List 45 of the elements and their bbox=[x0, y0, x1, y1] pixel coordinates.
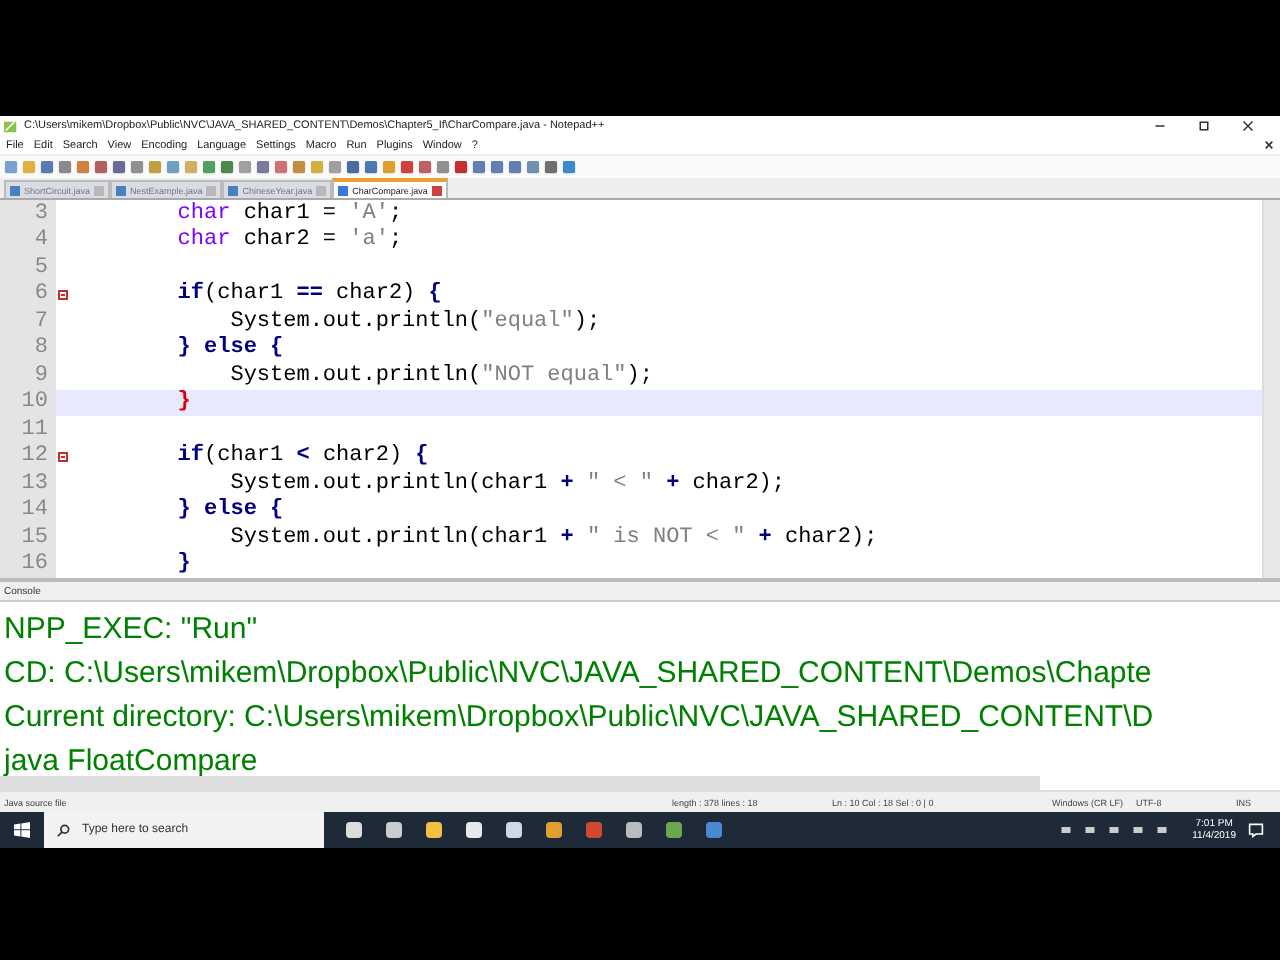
console-line: NPP_EXEC: "Run" bbox=[2, 610, 260, 650]
line-number: 10 bbox=[0, 389, 56, 416]
line-number: 14 bbox=[0, 497, 56, 524]
code-line: char char2 = 'a'; bbox=[175, 228, 403, 253]
line-number: 5 bbox=[0, 254, 56, 281]
vertical-scrollbar[interactable] bbox=[1262, 200, 1280, 578]
line-number: 4 bbox=[0, 227, 56, 254]
close-icon[interactable] bbox=[1242, 120, 1254, 132]
console-line: Current directory: C:\Users\mikem\Dropbox\Public\NVC\JAVA_SHARED_CONTENT\D bbox=[2, 698, 1156, 738]
search-icon bbox=[56, 823, 70, 837]
code-line: System.out.println(char1 + " < " + char2); bbox=[228, 471, 785, 496]
file-icon bbox=[116, 185, 127, 195]
line-number: 6 bbox=[0, 281, 56, 308]
fold-icon[interactable] bbox=[57, 451, 67, 462]
notification-icon[interactable] bbox=[1248, 822, 1264, 838]
line-number: 7 bbox=[0, 308, 56, 335]
file-icon bbox=[228, 185, 239, 195]
line-number: 8 bbox=[0, 335, 56, 362]
code-line: } bbox=[175, 390, 191, 415]
code-line: if(char1 == char2) { bbox=[175, 282, 442, 307]
line-number: 3 bbox=[0, 200, 56, 227]
close-icon[interactable] bbox=[1264, 140, 1274, 150]
code-line: System.out.println("NOT equal"); bbox=[228, 363, 653, 388]
code-line: System.out.println("equal"); bbox=[228, 309, 601, 334]
code-line: if(char1 < char2) { bbox=[175, 444, 429, 469]
console-line: java FloatCompare bbox=[1, 742, 260, 776]
line-number: 9 bbox=[0, 362, 56, 389]
line-number: 12 bbox=[0, 443, 56, 470]
code-line: } else { bbox=[175, 498, 284, 523]
line-number: 15 bbox=[0, 524, 56, 551]
minimize-icon[interactable] bbox=[1154, 120, 1166, 132]
console-line: CD: C:\Users\mikem\Dropbox\Public\NVC\JAVA_SHARED_CONTENT\Demos\Chapte bbox=[2, 654, 1154, 694]
line-number: 11 bbox=[0, 416, 56, 443]
fold-icon[interactable] bbox=[57, 289, 67, 300]
file-icon bbox=[338, 185, 349, 195]
line-number: 13 bbox=[0, 470, 56, 497]
code-line: System.out.println(char1 + " is NOT < " + char2); bbox=[228, 525, 878, 550]
code-line: } else { bbox=[175, 336, 284, 361]
maximize-icon[interactable] bbox=[1198, 120, 1210, 132]
line-number: 16 bbox=[0, 551, 56, 578]
windows-start-icon[interactable] bbox=[14, 822, 30, 838]
code-line: char char1 = 'A'; bbox=[175, 201, 403, 226]
code-line: } bbox=[175, 552, 191, 577]
horizontal-scrollbar[interactable] bbox=[0, 776, 1040, 790]
file-icon bbox=[10, 185, 20, 195]
